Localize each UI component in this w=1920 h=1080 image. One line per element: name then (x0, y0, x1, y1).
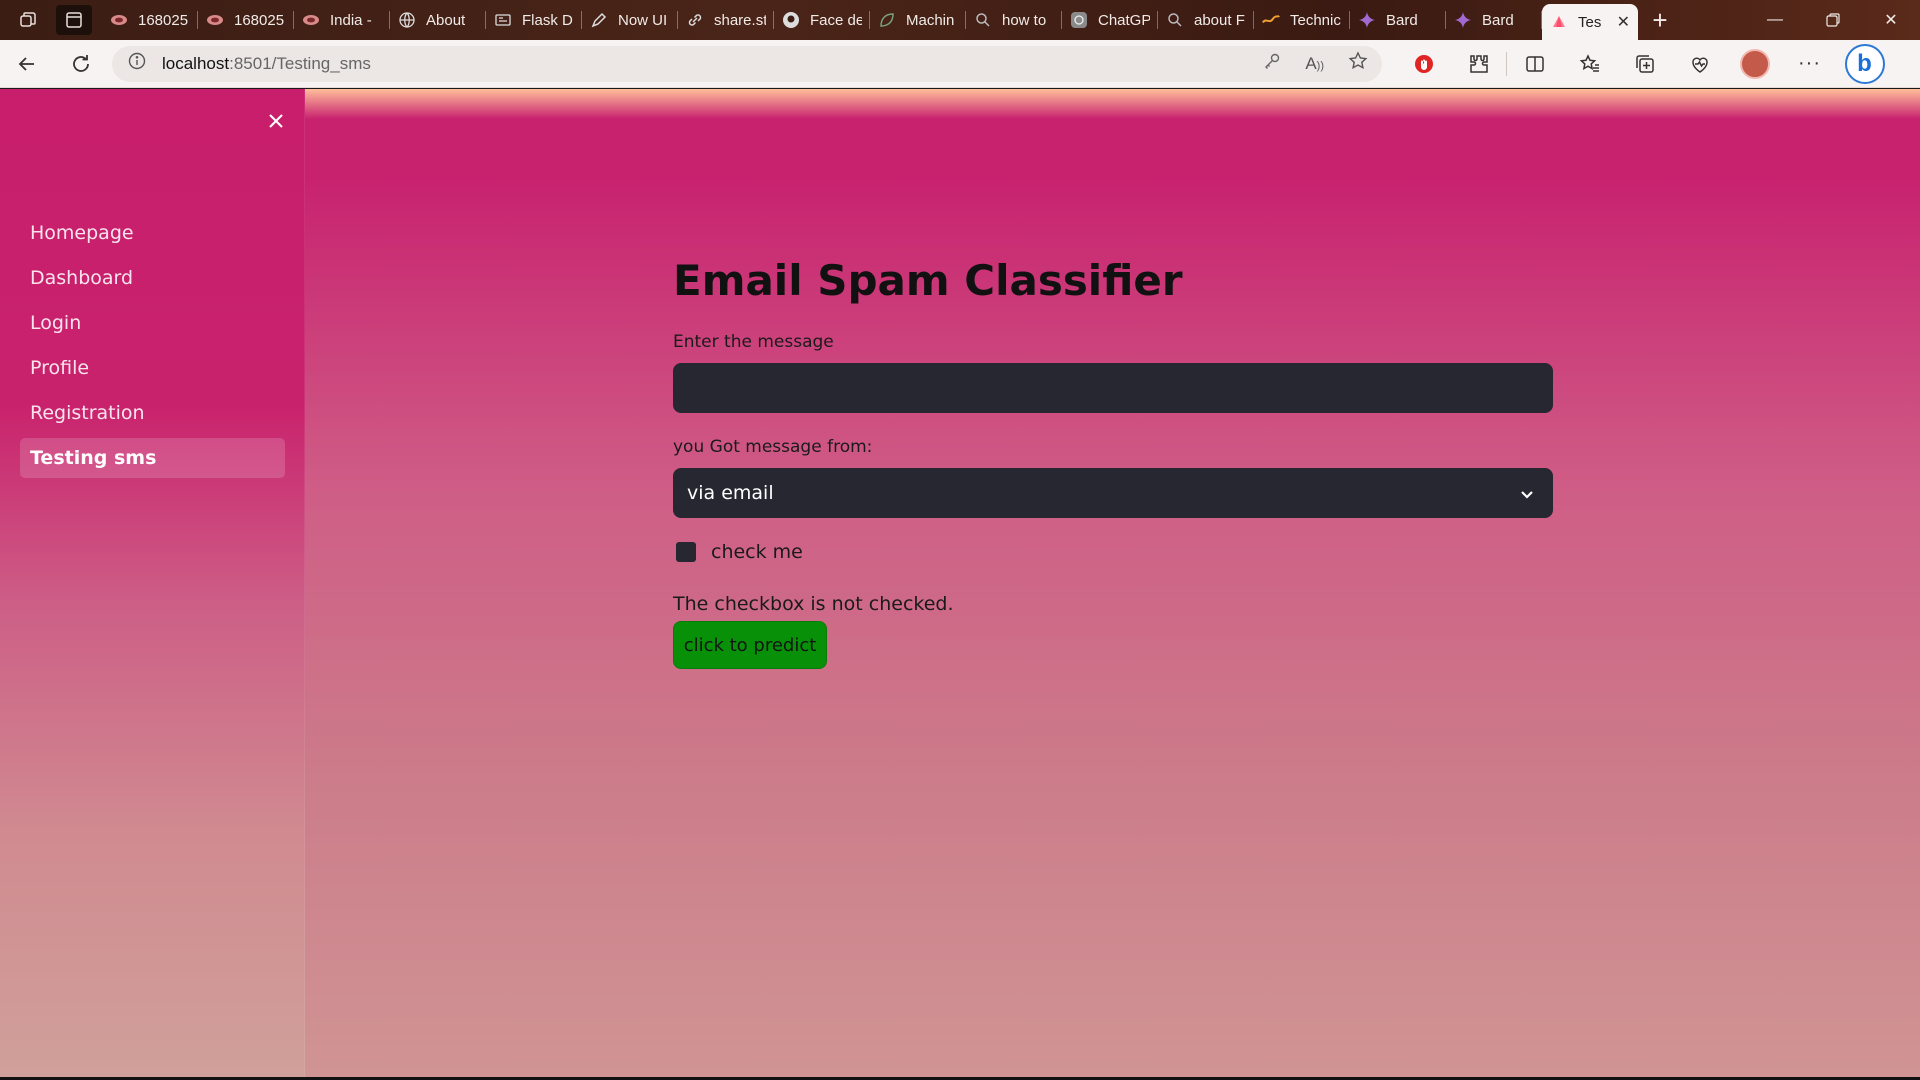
tab-list: 168025 168025 India - About Flask D Now UI sha… (102, 0, 1542, 40)
tab-2[interactable]: 168025 (198, 0, 294, 40)
tab-title: Machin (906, 11, 955, 29)
collections-icon[interactable] (1617, 40, 1672, 88)
image-icon (206, 11, 224, 29)
tab-title: 168025 (138, 11, 189, 29)
github-icon (782, 11, 800, 29)
tab-title: 168025 (234, 11, 285, 29)
globe-icon (398, 11, 416, 29)
workspaces-icon[interactable] (0, 0, 56, 40)
check-me-label[interactable]: check me (711, 541, 803, 563)
sidebar: Homepage Dashboard Login Profile Registr… (0, 89, 305, 1077)
address-bar[interactable]: localhost:8501/Testing_sms A)) (112, 45, 1382, 82)
tab-1[interactable]: 168025 (102, 0, 198, 40)
tab-title: how to (1002, 11, 1047, 29)
bolt-icon (1262, 11, 1280, 29)
tab-title: About (426, 11, 466, 29)
favorite-star-icon[interactable] (1348, 51, 1368, 76)
tab-title: about F (1194, 11, 1245, 29)
app-page: Homepage Dashboard Login Profile Registr… (0, 89, 1920, 1077)
tab-7[interactable]: share.st (678, 0, 774, 40)
tab-title: share.st (714, 11, 766, 29)
leaf-icon (878, 11, 896, 29)
key-icon[interactable] (1263, 52, 1281, 75)
tab-6[interactable]: Now UI (582, 0, 678, 40)
sparkle-icon (1358, 11, 1376, 29)
tab-active[interactable]: Tes ✕ (1542, 4, 1638, 40)
split-screen-icon[interactable] (1507, 40, 1562, 88)
sparkle-icon (1454, 11, 1472, 29)
favorites-icon[interactable] (1562, 40, 1617, 88)
image-icon (110, 11, 128, 29)
tab-title: India - (330, 11, 372, 29)
address-url[interactable]: localhost:8501/Testing_sms (162, 54, 371, 74)
tab-9[interactable]: Machin (870, 0, 966, 40)
sidebar-nav: Homepage Dashboard Login Profile Registr… (20, 213, 285, 483)
tab-5[interactable]: Flask D (486, 0, 582, 40)
vertical-tabs-icon[interactable] (56, 5, 92, 35)
tab-title: Flask D (522, 11, 573, 29)
link-icon (686, 11, 704, 29)
site-info-icon[interactable] (128, 52, 146, 75)
tab-11[interactable]: ChatGP (1062, 0, 1158, 40)
refresh-button[interactable] (54, 40, 108, 88)
tab-title: Now UI (618, 11, 668, 29)
tab-3[interactable]: India - (294, 0, 390, 40)
tab-title: Bard (1386, 11, 1418, 29)
sidebar-item-registration[interactable]: Registration (20, 393, 285, 433)
message-label: Enter the message (673, 332, 834, 352)
tab-14[interactable]: Bard (1350, 0, 1446, 40)
more-options-icon[interactable]: ··· (1782, 40, 1837, 88)
chatgpt-icon (1070, 11, 1088, 29)
tab-active-title: Tes (1578, 13, 1602, 31)
read-aloud-icon[interactable]: A)) (1305, 54, 1324, 74)
image-icon (302, 11, 320, 29)
sidebar-item-profile[interactable]: Profile (20, 348, 285, 388)
message-input[interactable] (673, 363, 1553, 413)
browser-tab-strip: 168025 168025 India - About Flask D Now UI sha… (0, 0, 1920, 40)
sidebar-item-dashboard[interactable]: Dashboard (20, 258, 285, 298)
profile-avatar[interactable] (1727, 40, 1782, 88)
restore-icon[interactable] (1804, 0, 1862, 40)
source-select[interactable]: via email (673, 468, 1553, 518)
new-tab-button[interactable]: + (1638, 0, 1682, 40)
tab-title: Face de (810, 11, 862, 29)
sidebar-item-login[interactable]: Login (20, 303, 285, 343)
tab-8[interactable]: Face de (774, 0, 870, 40)
tab-15[interactable]: Bard (1446, 0, 1542, 40)
sidebar-item-testing-sms[interactable]: Testing sms (20, 438, 285, 478)
tab-10[interactable]: how to (966, 0, 1062, 40)
window-controls: — ✕ (1746, 0, 1920, 40)
minimize-icon[interactable]: — (1746, 0, 1804, 40)
pen-icon (590, 11, 608, 29)
tab-close-icon[interactable]: ✕ (1617, 12, 1630, 32)
tab-13[interactable]: Technic (1254, 0, 1350, 40)
checkbox-status-text: The checkbox is not checked. (673, 593, 954, 615)
page-title: Email Spam Classifier (673, 256, 1183, 305)
check-me-checkbox[interactable] (676, 542, 696, 562)
search-icon (974, 11, 992, 29)
check-me-row: check me (673, 541, 803, 563)
tab-12[interactable]: about F (1158, 0, 1254, 40)
tab-4[interactable]: About (390, 0, 486, 40)
sidebar-close-icon[interactable] (264, 109, 288, 133)
adblock-icon[interactable] (1396, 40, 1451, 88)
tab-title: ChatGP (1098, 11, 1150, 29)
extensions-icon[interactable] (1451, 40, 1506, 88)
streamlit-icon (1550, 13, 1568, 31)
tab-title: Technic (1290, 11, 1341, 29)
browser-toolbar: localhost:8501/Testing_sms A)) ··· b (0, 40, 1920, 88)
sidebar-item-homepage[interactable]: Homepage (20, 213, 285, 253)
document-icon (494, 11, 512, 29)
close-window-icon[interactable]: ✕ (1862, 0, 1920, 40)
browser-essentials-icon[interactable] (1672, 40, 1727, 88)
source-label: you Got message from: (673, 437, 873, 457)
predict-button[interactable]: click to predict (673, 621, 827, 669)
toolbar-right: ··· b (1396, 40, 1892, 88)
source-select-value: via email (687, 482, 774, 504)
tab-title: Bard (1482, 11, 1514, 29)
back-button[interactable] (0, 40, 54, 88)
bing-chat-icon[interactable]: b (1837, 40, 1892, 88)
chevron-down-icon (1519, 485, 1535, 507)
search-icon (1166, 11, 1184, 29)
